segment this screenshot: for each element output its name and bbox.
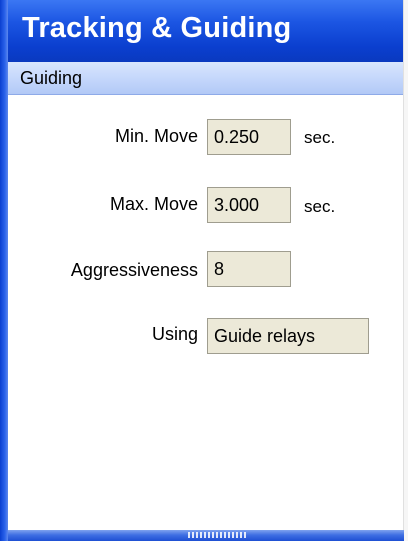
min-move-label: Min. Move (114, 126, 198, 146)
max-move-label: Max. Move (109, 194, 198, 214)
panel-title: Tracking & Guiding (22, 12, 292, 44)
panel-right-edge (403, 0, 408, 541)
title-bar: Tracking & Guiding (8, 0, 404, 62)
max-move-unit: sec. (304, 197, 336, 216)
panel-bottom-bar (8, 530, 404, 541)
panel-left-border (0, 0, 8, 541)
section-title: Guiding (20, 68, 83, 88)
max-move-field[interactable]: 3.000 (207, 187, 291, 223)
section-header-guiding[interactable]: Guiding (8, 62, 404, 95)
aggressiveness-label: Aggressiveness (70, 260, 198, 280)
resize-grip-icon[interactable] (188, 532, 248, 538)
min-move-field[interactable]: 0.250 (207, 119, 291, 155)
using-label: Using (151, 324, 198, 344)
tracking-guiding-panel: Tracking & Guiding Guiding Min. Move 0.2… (0, 0, 408, 541)
aggressiveness-field[interactable]: 8 (207, 251, 291, 287)
using-field[interactable]: Guide relays (207, 318, 369, 354)
min-move-unit: sec. (304, 128, 336, 147)
